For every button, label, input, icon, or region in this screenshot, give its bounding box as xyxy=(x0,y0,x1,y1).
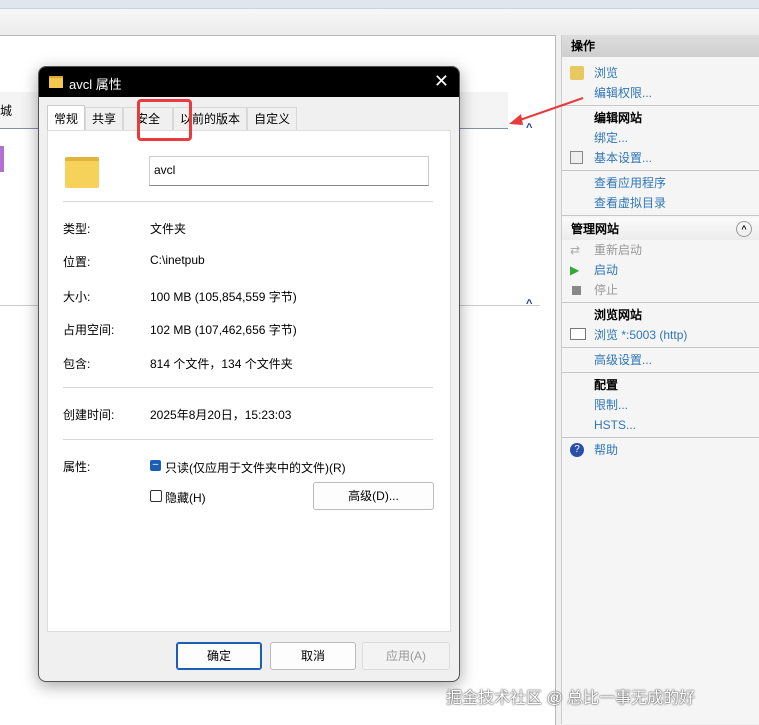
tab-sharing[interactable]: 共享 xyxy=(85,107,124,130)
hidden-label: 隐藏(H) xyxy=(165,491,206,505)
readonly-label: 只读(仅应用于文件夹中的文件)(R) xyxy=(165,461,346,475)
action-browse-port[interactable]: 浏览 *:5003 (http) xyxy=(562,325,759,345)
action-help[interactable]: ? 帮助 xyxy=(562,440,759,460)
disk-size-label: 占用空间: xyxy=(63,323,115,337)
action-start[interactable]: ▶ 启动 xyxy=(562,260,759,280)
readonly-checkbox[interactable]: – xyxy=(150,460,161,471)
stop-icon xyxy=(572,286,581,295)
action-browse[interactable]: 浏览 xyxy=(562,63,759,83)
properties-dialog: avcl 属性 ✕ 常规 共享 安全 以前的版本 自定义 avcl 类型: 文件… xyxy=(38,66,460,682)
size-value: 100 MB (105,854,559 字节) xyxy=(150,290,297,304)
size-label: 大小: xyxy=(63,290,91,304)
created-value: 2025年8月20日，15:23:03 xyxy=(150,408,292,422)
location-value: C:\inetpub xyxy=(150,253,205,267)
browse-site-heading: 浏览网站 xyxy=(594,308,643,322)
name-input[interactable]: avcl xyxy=(149,156,429,186)
close-icon[interactable]: ✕ xyxy=(434,71,449,92)
play-icon: ▶ xyxy=(570,263,580,277)
action-limits[interactable]: 限制... xyxy=(562,395,759,415)
action-advanced-settings[interactable]: 高级设置... xyxy=(562,350,759,370)
top-bar xyxy=(0,0,759,9)
ok-button[interactable]: 确定 xyxy=(176,642,262,670)
contains-value: 814 个文件，134 个文件夹 xyxy=(150,357,293,371)
folder-icon xyxy=(49,76,63,88)
restart-icon: ⇄ xyxy=(570,243,581,257)
type-label: 类型: xyxy=(63,222,91,236)
watermark: 掘金技术社区 @ 总比一事无成的好 xyxy=(446,690,696,707)
location-label: 位置: xyxy=(63,255,91,269)
toolbar xyxy=(0,9,759,35)
folder-search-icon xyxy=(570,66,584,80)
dialog-titlebar: avcl 属性 ✕ xyxy=(39,67,459,97)
tab-general[interactable]: 常规 xyxy=(47,105,86,131)
contains-label: 包含: xyxy=(63,357,91,371)
config-heading: 配置 xyxy=(594,378,619,392)
site-icon xyxy=(0,146,4,172)
action-basic-settings[interactable]: 基本设置... xyxy=(562,148,759,168)
tab-customize[interactable]: 自定义 xyxy=(247,107,298,130)
browser-icon xyxy=(570,328,586,340)
general-page: avcl 类型: 文件夹 位置: C:\inetpub 大小: 100 MB (… xyxy=(47,130,451,632)
collapse-circle-icon[interactable]: ^ xyxy=(736,221,752,237)
edit-site-heading: 编辑网站 xyxy=(594,111,643,125)
settings-doc-icon xyxy=(570,151,583,164)
collapse-icon-2[interactable]: ^ xyxy=(526,298,532,310)
manage-site-header: 管理网站 ^ xyxy=(562,218,759,240)
security-tab-highlight xyxy=(137,99,192,141)
column-label: 城 xyxy=(0,104,13,118)
action-view-apps[interactable]: 查看应用程序 xyxy=(562,173,759,193)
created-label: 创建时间: xyxy=(63,408,115,422)
action-bindings[interactable]: 绑定... xyxy=(562,128,759,148)
actions-header: 操作 xyxy=(562,35,759,57)
advanced-button[interactable]: 高级(D)... xyxy=(313,482,434,510)
apply-button[interactable]: 应用(A) xyxy=(362,642,450,670)
cancel-button[interactable]: 取消 xyxy=(270,642,356,670)
disk-size-value: 102 MB (107,462,656 字节) xyxy=(150,323,297,337)
red-arrow xyxy=(509,97,584,125)
action-restart[interactable]: ⇄ 重新启动 xyxy=(562,240,759,260)
action-edit-permissions[interactable]: 编辑权限... xyxy=(562,83,759,103)
actions-pane: 操作 浏览 编辑权限... 编辑网站 绑定... 基本设置... 查看应用程序 … xyxy=(561,35,759,724)
action-hsts[interactable]: HSTS... xyxy=(562,415,759,435)
type-value: 文件夹 xyxy=(150,222,187,236)
action-stop[interactable]: 停止 xyxy=(562,280,759,300)
action-view-vdirs[interactable]: 查看虚拟目录 xyxy=(562,193,759,213)
large-folder-icon xyxy=(65,157,99,188)
dialog-title: avcl 属性 xyxy=(69,77,122,92)
attributes-label: 属性: xyxy=(63,460,91,474)
hidden-checkbox[interactable] xyxy=(150,490,162,502)
help-icon: ? xyxy=(570,443,584,457)
